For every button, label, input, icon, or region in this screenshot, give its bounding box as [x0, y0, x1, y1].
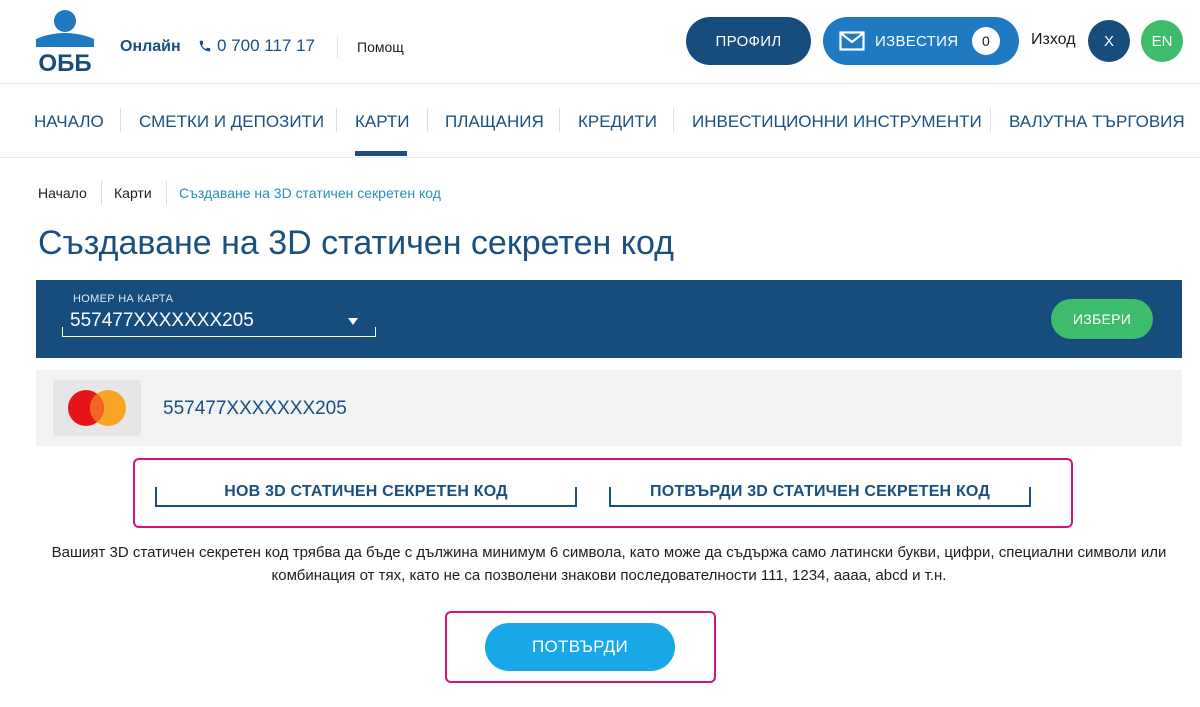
logo-text: ОББ	[38, 50, 91, 75]
nav-active-indicator	[355, 151, 407, 156]
breadcrumb-separator	[101, 181, 102, 205]
nav-separator	[427, 108, 428, 132]
logout-link[interactable]: Изход	[1031, 31, 1076, 49]
phone-number: 0 700 117 17	[217, 36, 315, 55]
confirm-button[interactable]: ПОТВЪРДИ	[485, 623, 675, 671]
obb-logo[interactable]: ОББ	[24, 9, 106, 77]
nav-separator	[990, 108, 991, 132]
nav-separator	[336, 108, 337, 132]
code-requirements-hint: Вашият 3D статичен секретен код трябва д…	[51, 544, 1167, 584]
selected-card-number: 557477XXXXXXX205	[163, 398, 347, 419]
language-switch[interactable]: EN	[1141, 20, 1183, 62]
nav-separator	[559, 108, 560, 132]
card-number-label: НОМЕР НА КАРТА	[73, 293, 174, 305]
main-nav: НАЧАЛО СМЕТКИ И ДЕПОЗИТИ КАРТИ ПЛАЩАНИЯ …	[0, 84, 1200, 158]
nav-item-accounts[interactable]: СМЕТКИ И ДЕПОЗИТИ	[139, 112, 324, 132]
confirm-code-label: ПОТВЪРДИ 3D СТАТИЧЕН СЕКРЕТЕН КОД	[650, 483, 990, 500]
nav-separator	[120, 108, 121, 132]
notifications-label: ИЗВЕСТИЯ	[875, 32, 959, 50]
mastercard-icon	[68, 390, 126, 426]
new-code-label: НОВ 3D СТАТИЧЕН СЕКРЕТЕН КОД	[224, 483, 508, 500]
notifications-count-badge: 0	[972, 27, 1000, 55]
nav-item-investments[interactable]: ИНВЕСТИЦИОННИ ИНСТРУМЕНТИ	[692, 112, 982, 132]
help-link[interactable]: Помощ	[357, 39, 404, 55]
nav-separator	[673, 108, 674, 132]
breadcrumb-separator	[166, 181, 167, 205]
breadcrumb-home[interactable]: Начало	[38, 185, 87, 201]
envelope-icon	[839, 31, 865, 51]
nav-item-payments[interactable]: ПЛАЩАНИЯ	[445, 112, 544, 132]
brand-subtitle: Онлайн	[120, 38, 181, 55]
phone-link[interactable]: 0 700 117 17	[198, 36, 315, 56]
notifications-button[interactable]: ИЗВЕСТИЯ 0	[823, 17, 1019, 65]
breadcrumb-cards[interactable]: Карти	[114, 185, 152, 201]
page-title: Създаване на 3D статичен секретен код	[38, 224, 674, 262]
nav-item-fx-trading[interactable]: ВАЛУТНА ТЪРГОВИЯ	[1009, 112, 1185, 132]
select-card-button[interactable]: ИЗБЕРИ	[1051, 299, 1153, 339]
card-thumbnail	[53, 380, 141, 436]
top-header: ОББ Онлайн 0 700 117 17 Помощ ПРОФИЛ ИЗВ…	[0, 0, 1200, 84]
breadcrumb-current: Създаване на 3D статичен секретен код	[179, 185, 441, 201]
phone-icon	[199, 40, 211, 52]
header-divider	[337, 36, 338, 58]
card-select-underline	[62, 327, 376, 337]
chevron-down-icon[interactable]	[348, 318, 358, 325]
user-avatar[interactable]: X	[1088, 20, 1130, 62]
nav-item-cards[interactable]: КАРТИ	[355, 112, 409, 132]
nav-item-home[interactable]: НАЧАЛО	[34, 112, 104, 132]
nav-item-loans[interactable]: КРЕДИТИ	[578, 112, 657, 132]
profile-button[interactable]: ПРОФИЛ	[686, 17, 811, 65]
